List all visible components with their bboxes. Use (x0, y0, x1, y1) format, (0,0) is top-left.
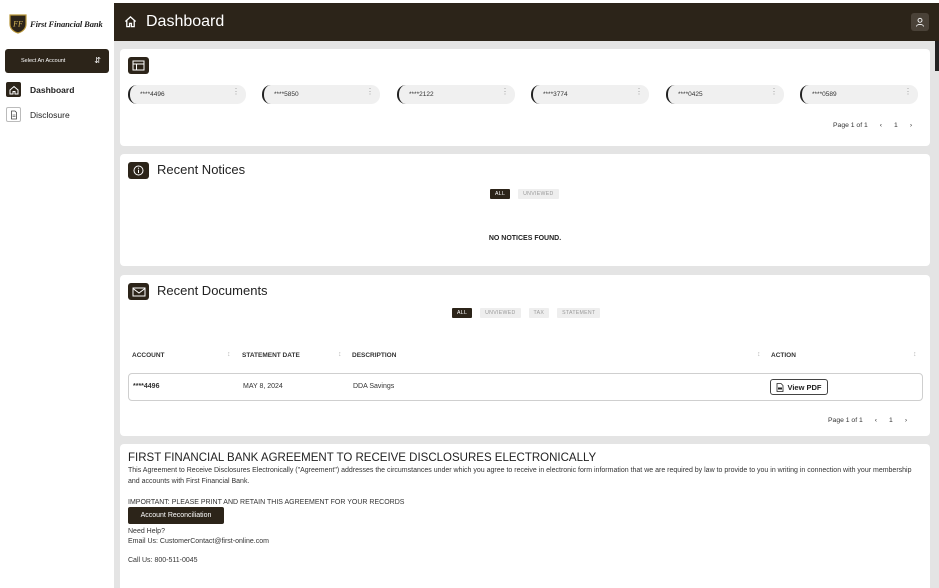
chevron-right-icon[interactable]: › (905, 417, 907, 424)
home-icon (124, 15, 137, 28)
sidebar-item-dashboard[interactable]: Dashboard (6, 82, 74, 97)
table-row: ****4496 MAY 8, 2024 DDA Savings View PD… (128, 373, 923, 401)
more-vertical-icon[interactable]: ⋮ (501, 88, 509, 96)
page-number[interactable]: 1 (889, 417, 893, 424)
account-number: ****4496 (140, 91, 165, 98)
filter-all[interactable]: ALL (490, 189, 511, 199)
scrollbar[interactable] (935, 41, 939, 71)
chevron-updown-icon: ⇵ (94, 56, 101, 65)
account-pill[interactable]: ****3774 ⋮ (531, 85, 649, 104)
recent-notices-card: Recent Notices ALL UNVIEWED NO NOTICES F… (120, 154, 930, 266)
empty-state: NO NOTICES FOUND. (488, 235, 562, 242)
sort-icon[interactable]: ↕ (227, 351, 231, 358)
accounts-card: ****4496 ⋮ ****5850 ⋮ ****2122 ⋮ ****3774 ⋮ … (120, 49, 930, 146)
account-pill[interactable]: ****0589 ⋮ (800, 85, 918, 104)
filter-unviewed[interactable]: UNVIEWED (518, 189, 559, 199)
filter-tax[interactable]: TAX (528, 308, 550, 318)
svg-text:FF: FF (12, 20, 23, 29)
shield-logo-icon: FF (9, 14, 27, 34)
view-pdf-label: View PDF (787, 382, 822, 392)
sort-icon[interactable]: ↕ (338, 351, 342, 358)
help-text: Need Help? (128, 528, 165, 535)
card-title: Recent Documents (157, 283, 268, 298)
card-title: Recent Notices (157, 162, 246, 177)
filter-statement[interactable]: STATEMENT (557, 308, 601, 318)
view-pdf-button[interactable]: View PDF (770, 379, 828, 395)
more-vertical-icon[interactable]: ⋮ (366, 88, 374, 96)
page-label: Page 1 of 1 (828, 417, 863, 424)
account-pill[interactable]: ****2122 ⋮ (397, 85, 515, 104)
bank-logo[interactable]: FF First Financial Bank (9, 14, 103, 34)
sidebar: FF First Financial Bank Select An Accoun… (0, 0, 114, 588)
account-pill[interactable]: ****5850 ⋮ (262, 85, 380, 104)
sidebar-item-label: Disclosure (30, 109, 70, 120)
sidebar-item-disclosure[interactable]: Disclosure (6, 107, 70, 122)
more-vertical-icon[interactable]: ⋮ (904, 88, 912, 96)
sidebar-item-label: Dashboard (30, 84, 75, 95)
user-icon (916, 17, 924, 27)
sort-icon[interactable]: ↕ (757, 351, 761, 358)
layout-icon (128, 57, 149, 74)
account-pill[interactable]: ****4496 ⋮ (128, 85, 246, 104)
disclosure-title: FIRST FINANCIAL BANK AGREEMENT TO RECEIV… (128, 452, 597, 464)
top-bar: Dashboard (114, 3, 939, 41)
account-reconciliation-button[interactable]: Account Reconciliation (128, 507, 224, 524)
documents-pager: Page 1 of 1 ‹ 1 › (828, 417, 907, 424)
disclosure-card: FIRST FINANCIAL BANK AGREEMENT TO RECEIV… (120, 444, 930, 588)
column-header-account[interactable]: ACCOUNT (132, 352, 165, 359)
account-select-label: Select An Account (21, 58, 66, 64)
mail-icon (128, 283, 149, 300)
phone-contact[interactable]: Call Us: 800-511-0045 (128, 557, 198, 564)
cell-account: ****4496 (133, 383, 160, 390)
chevron-left-icon[interactable]: ‹ (880, 122, 882, 129)
column-header-action[interactable]: ACTION (771, 352, 796, 359)
accounts-pager: Page 1 of 1 ‹ 1 › (833, 122, 912, 129)
account-number: ****2122 (409, 91, 434, 98)
user-menu-button[interactable] (911, 13, 929, 31)
sort-icon[interactable]: ↕ (913, 351, 917, 358)
chevron-left-icon[interactable]: ‹ (875, 417, 877, 424)
main-content: Dashboard ****4496 ⋮ ****5850 ⋮ ****2122 ⋮ … (114, 3, 939, 588)
documents-filters: ALL UNVIEWED TAX STATEMENT (452, 308, 601, 318)
filter-unviewed[interactable]: UNVIEWED (480, 308, 521, 318)
page-label: Page 1 of 1 (833, 122, 868, 129)
more-vertical-icon[interactable]: ⋮ (232, 88, 240, 96)
pdf-icon (777, 382, 784, 392)
account-number: ****3774 (543, 91, 568, 98)
disclosure-important: IMPORTANT: PLEASE PRINT AND RETAIN THIS … (128, 499, 405, 506)
account-number: ****5850 (274, 91, 299, 98)
cell-date: MAY 8, 2024 (243, 383, 283, 390)
notices-filters: ALL UNVIEWED (490, 189, 559, 199)
more-vertical-icon[interactable]: ⋮ (635, 88, 643, 96)
document-icon (6, 107, 21, 122)
filter-all[interactable]: ALL (452, 308, 473, 318)
account-pill[interactable]: ****0425 ⋮ (666, 85, 784, 104)
cell-description: DDA Savings (353, 383, 395, 390)
page-number[interactable]: 1 (894, 122, 898, 129)
column-header-description[interactable]: DESCRIPTION (352, 352, 396, 359)
disclosure-body: This Agreement to Receive Disclosures El… (128, 467, 912, 485)
account-number: ****0425 (678, 91, 703, 98)
home-icon (6, 82, 21, 97)
info-icon (128, 162, 149, 179)
column-header-statement-date[interactable]: STATEMENT DATE (242, 352, 300, 359)
recent-documents-card: Recent Documents ALL UNVIEWED TAX STATEM… (120, 275, 930, 436)
email-contact[interactable]: Email Us: CustomerContact@first-online.c… (128, 538, 269, 545)
more-vertical-icon[interactable]: ⋮ (770, 88, 778, 96)
account-number: ****0589 (812, 91, 837, 98)
page-title: Dashboard (146, 13, 225, 30)
chevron-right-icon[interactable]: › (910, 122, 912, 129)
bank-name: First Financial Bank (30, 19, 103, 29)
account-select[interactable]: Select An Account ⇵ (5, 49, 109, 73)
